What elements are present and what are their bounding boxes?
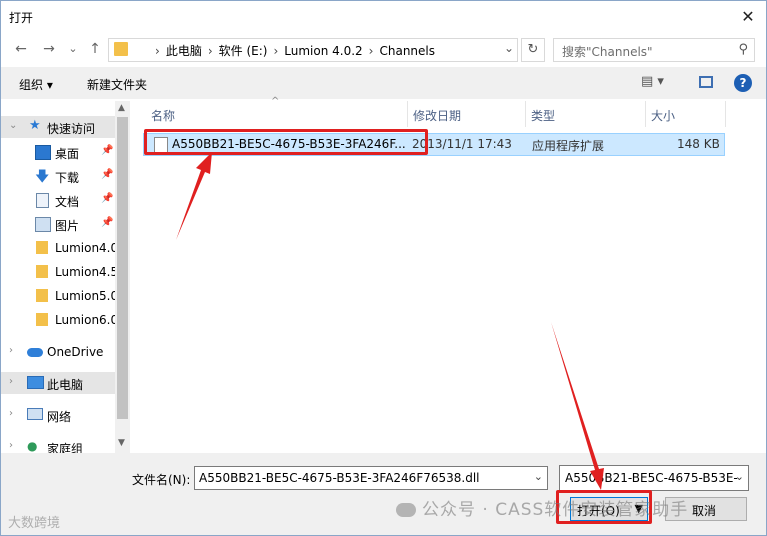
annotation-arrows <box>176 152 604 490</box>
corner-watermark: 大数跨境 <box>8 516 61 531</box>
arrow-to-open <box>551 322 604 490</box>
watermark-text: 公众号 · CASS软件安装管家助手 <box>422 500 689 520</box>
watermark: 公众号 · CASS软件安装管家助手 <box>396 495 688 520</box>
arrow-to-file <box>176 152 212 240</box>
wechat-icon <box>396 503 416 517</box>
